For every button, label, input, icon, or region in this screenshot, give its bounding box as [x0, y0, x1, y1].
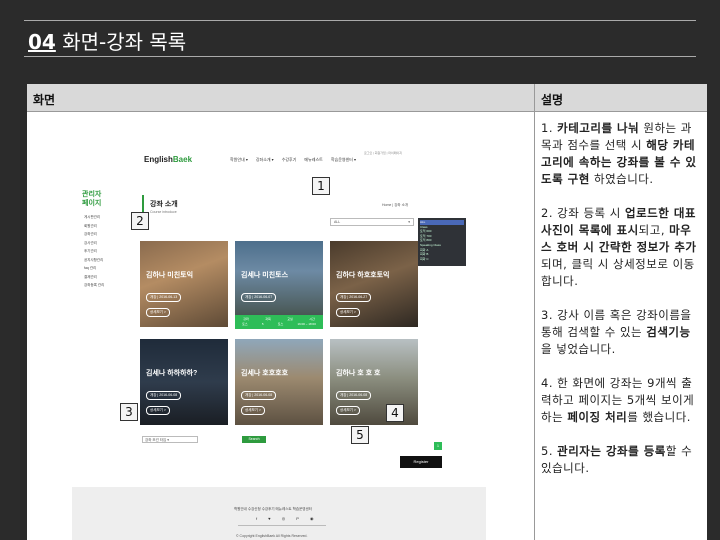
course-title: 김하나 호 호 호 — [336, 370, 381, 377]
sidebar-item-course-register[interactable]: 강좌등록 관리 — [84, 281, 104, 290]
detail-button[interactable]: 상세보기 > — [146, 406, 170, 415]
detail-button[interactable]: 상세보기 > — [146, 308, 170, 317]
search-input[interactable]: 강좌 조건 타입 ▾ — [142, 436, 198, 443]
sidebar-item-notices[interactable]: 공지사항관리 — [84, 256, 104, 265]
course-card[interactable]: 김하나 호 호 호개강 | 2016-06-08 상세보기 > — [330, 339, 418, 425]
footer-copyright: © Copyright EnglishBaek All Rights Reser… — [236, 534, 308, 538]
detail-button[interactable]: 상세보기 > — [336, 406, 360, 415]
title-rule — [24, 56, 696, 57]
pagination-page[interactable]: 1 — [434, 442, 442, 450]
course-date: 개강 | 2016-06-08 — [146, 391, 182, 400]
course-card[interactable]: 김하다 하호호토익개강 | 2016-06-27 상세보기 > — [330, 241, 418, 327]
callout-badge: 3 — [120, 403, 138, 421]
social-icons[interactable]: f ♥ ◎ P ◉ — [256, 516, 319, 521]
breadcrumb[interactable]: Home | 강좌 소개 — [382, 203, 408, 208]
course-title: 김세나 미친토스 — [241, 272, 289, 279]
callout-badge: 4 — [386, 404, 404, 422]
spec-table: 화면 설명 EnglishBaek 학원안내 ▾ 강좌소개 ▾ 수강후기 메뉴레… — [27, 84, 707, 540]
description-item-3: 3. 강사 이름 혹은 강좌이름을 통해 검색할 수 있는 검색기능을 넣었습니… — [541, 308, 692, 356]
detail-button[interactable]: 상세보기 > — [336, 308, 360, 317]
course-card[interactable]: 김세나 호호호호개강 | 2016-06-08 상세보기 > — [235, 339, 323, 425]
page-title: 강좌 소개 — [150, 201, 178, 208]
screen-header: 화면 — [27, 84, 535, 112]
description-item-2: 2. 강좌 등록 시 업로드한 대표사진이 목록에 표시되고, 마우스 호버 시… — [541, 206, 697, 288]
callout-badge: 5 — [351, 426, 369, 444]
nav-item-about[interactable]: 학원안내 ▾ — [230, 157, 248, 163]
nav-item-menu-rest[interactable]: 메뉴레스트 — [304, 157, 322, 163]
sidebar-item-board[interactable]: 게시판관리 — [84, 213, 104, 222]
site-footer: 학원안내 수강신청 수강후기 메뉴레스트 학습운영센터 f ♥ ◎ P ◉ © … — [72, 487, 486, 540]
course-date: 개강 | 2016-06-08 — [241, 391, 277, 400]
course-card[interactable]: 김하나 미친토익개강 | 2016-06-13 상세보기 > — [140, 241, 228, 327]
slide-title: 04 화면-강좌 목록 — [28, 26, 186, 55]
description-item-4: 4. 한 화면에 강좌는 9개씩 출력하고 페이지는 5개씩 보이게 하는 페이… — [541, 376, 695, 424]
sidebar-item-reviews[interactable]: 후기관리 — [84, 247, 104, 256]
category-dropdown: ALL Class 토익 600 토익 700 토익 800 Speaking … — [418, 218, 466, 266]
course-date: 개강 | 2016-06-13 — [146, 293, 182, 302]
nav-item-courses[interactable]: 강좌소개 ▾ — [256, 157, 274, 163]
callout-badge: 1 — [312, 177, 330, 195]
footer-divider — [238, 525, 326, 526]
hover-info-panel: 강좌 과목 교실 시간 토스 5 토스 16:00 ~ 18:00 — [235, 315, 323, 329]
slide-number: 04 — [28, 30, 56, 54]
dropdown-option[interactable]: 회화 C — [420, 257, 464, 262]
register-button[interactable]: Register — [400, 456, 442, 468]
nav-item-learning-center[interactable]: 학습운영센터 ▾ — [331, 157, 356, 163]
course-title: 김하다 하호호토익 — [336, 272, 390, 279]
nav-item-reviews[interactable]: 수강후기 — [282, 157, 297, 163]
course-title: 김하나 미친토익 — [146, 272, 194, 279]
util-links[interactable]: 로그인 | 회원가입 | 마이페이지 — [364, 151, 402, 155]
search-button[interactable]: Search — [242, 436, 266, 443]
description-item-1: 1. 카테고리를 나눠 원하는 과목과 점수를 선택 시 해당 카테고리에 속하… — [541, 121, 697, 186]
site-logo[interactable]: EnglishBaek — [144, 155, 192, 164]
detail-button[interactable]: 상세보기 > — [241, 406, 265, 415]
sidebar-item-teachers[interactable]: 강사관리 — [84, 239, 104, 248]
global-nav: 학원안내 ▾ 강좌소개 ▾ 수강후기 메뉴레스트 학습운영센터 ▾ — [230, 157, 356, 163]
screen-cell: EnglishBaek 학원안내 ▾ 강좌소개 ▾ 수강후기 메뉴레스트 학습운… — [27, 112, 535, 540]
course-title: 김세나 하하하하? — [146, 370, 198, 377]
top-rule — [24, 20, 696, 21]
course-card[interactable]: 김세나 하하하하? 개강 | 2016-06-08 상세보기 > — [140, 339, 228, 425]
description-cell: 1. 카테고리를 나눠 원하는 과목과 점수를 선택 시 해당 카테고리에 속하… — [535, 112, 707, 540]
description-header: 설명 — [535, 84, 707, 112]
footer-links[interactable]: 학원안내 수강신청 수강후기 메뉴레스트 학습운영센터 — [234, 507, 312, 512]
slide-title-text: 화면-강좌 목록 — [62, 30, 187, 54]
category-select[interactable]: ALL ▾ — [330, 218, 414, 226]
callout-badge: 2 — [131, 212, 149, 230]
description-item-5: 5. 관리자는 강좌를 등록할 수 있습니다. — [541, 444, 693, 475]
course-date: 개강 | 2016-06-07 — [241, 293, 277, 302]
course-date: 개강 | 2016-06-08 — [336, 391, 372, 400]
sidebar-item-members[interactable]: 회원관리 — [84, 222, 104, 231]
site-mockup: EnglishBaek 학원안내 ▾ 강좌소개 ▾ 수강후기 메뉴레스트 학습운… — [72, 145, 486, 540]
sidebar-item-payments[interactable]: 결제관리 — [84, 273, 104, 282]
admin-sidebar-title: 관리자 페이지 — [82, 191, 102, 207]
course-date: 개강 | 2016-06-27 — [336, 293, 372, 302]
admin-sidebar-menu: 게시판관리 회원관리 강좌관리 강사관리 후기관리 공지사항관리 faq 관리 … — [84, 213, 104, 290]
sidebar-item-courses[interactable]: 강좌관리 — [84, 230, 104, 239]
course-title: 김세나 호호호호 — [241, 370, 289, 377]
page-subtitle: Course introduce — [150, 210, 177, 214]
sidebar-item-faq[interactable]: faq 관리 — [84, 264, 104, 273]
